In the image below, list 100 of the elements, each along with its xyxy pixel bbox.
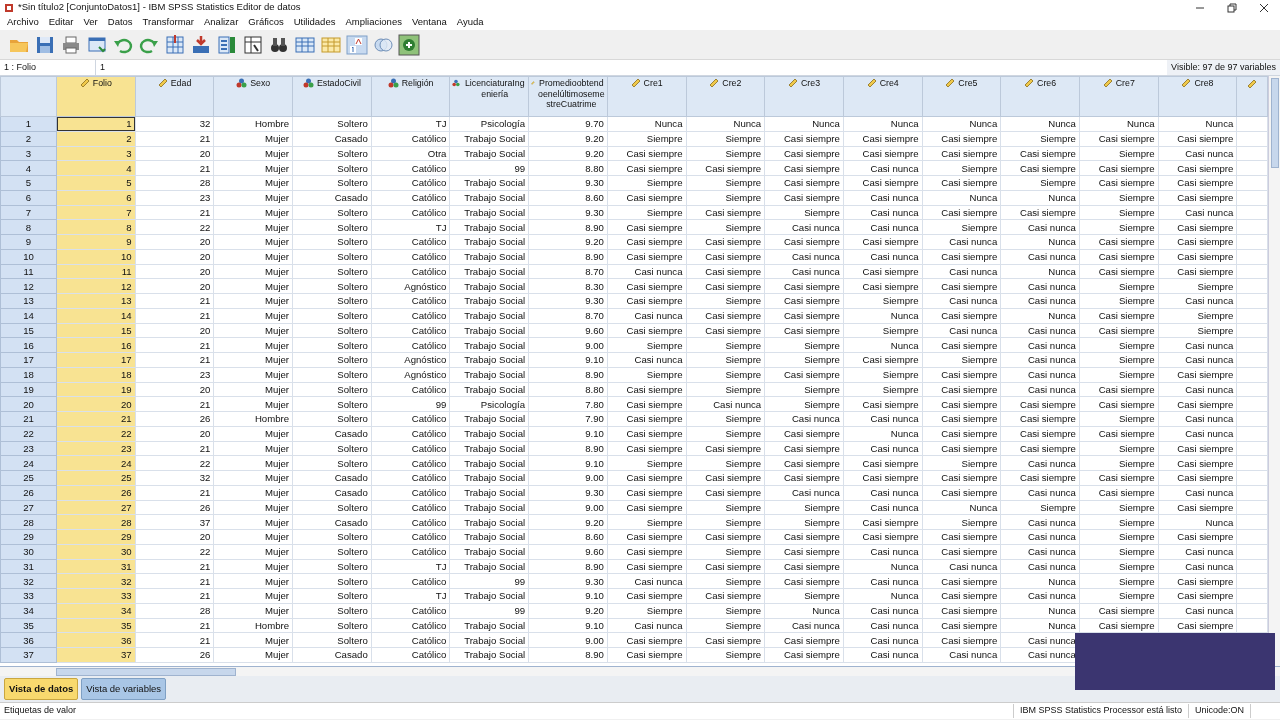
table-cell[interactable]: Casi nunca bbox=[922, 264, 1001, 279]
table-cell[interactable]: Siempre bbox=[686, 544, 765, 559]
table-cell[interactable]: Católico bbox=[371, 529, 450, 545]
table-cell[interactable]: Casi nunca bbox=[1000, 514, 1080, 530]
table-cell[interactable]: Casi siempre bbox=[607, 219, 686, 235]
table-cell[interactable]: Casi nunca bbox=[1000, 559, 1080, 574]
table-cell[interactable]: Casi siempre bbox=[607, 190, 686, 205]
table-cell[interactable]: Casi nunca bbox=[1158, 485, 1237, 500]
table-cell[interactable]: Casi siempre bbox=[607, 632, 686, 648]
table-cell[interactable]: Siempre bbox=[1079, 146, 1159, 161]
table-cell[interactable]: Nunca bbox=[922, 500, 1001, 515]
column-header[interactable]: Cre3 bbox=[764, 76, 844, 117]
table-cell[interactable]: 9.30 bbox=[528, 175, 608, 191]
table-cell[interactable]: Mujer bbox=[213, 293, 293, 309]
table-cell[interactable]: Trabajo Social bbox=[449, 323, 529, 338]
table-cell[interactable]: 99 bbox=[449, 603, 529, 618]
table-cell[interactable]: Siempre bbox=[686, 190, 765, 205]
table-cell[interactable]: Casi nunca bbox=[1158, 146, 1237, 161]
table-cell[interactable]: Trabajo Social bbox=[449, 337, 529, 353]
table-cell[interactable]: Nunca bbox=[764, 603, 844, 618]
table-cell[interactable]: Casi siempre bbox=[922, 588, 1001, 604]
table-cell[interactable]: 9.20 bbox=[528, 603, 608, 618]
table-cell[interactable]: Nunca bbox=[1158, 514, 1237, 530]
table-cell[interactable]: Trabajo Social bbox=[449, 175, 529, 191]
table-cell[interactable]: Casi siempre bbox=[922, 396, 1001, 412]
table-cell[interactable]: Trabajo Social bbox=[449, 485, 529, 500]
table-cell[interactable]: Casi siempre bbox=[922, 175, 1001, 191]
table-cell[interactable]: 8.60 bbox=[528, 190, 608, 205]
table-cell[interactable]: Casi siempre bbox=[607, 146, 686, 161]
table-cell[interactable]: Siempre bbox=[922, 514, 1001, 530]
menu-item[interactable]: Ventana bbox=[406, 15, 452, 30]
table-cell[interactable]: 9.00 bbox=[528, 500, 608, 515]
table-cell[interactable]: Casi siempre bbox=[607, 411, 686, 427]
table-cell[interactable]: Soltero bbox=[292, 352, 372, 368]
table-cell[interactable]: Casi siempre bbox=[764, 455, 844, 471]
table-cell[interactable]: Siempre bbox=[686, 647, 765, 663]
table-cell[interactable]: Casi siempre bbox=[922, 426, 1001, 441]
table-cell[interactable]: Casi nunca bbox=[607, 264, 686, 279]
table-cell[interactable]: Soltero bbox=[292, 205, 372, 220]
table-cell[interactable]: Siempre bbox=[1079, 573, 1159, 589]
table-cell[interactable]: Casi siempre bbox=[764, 160, 844, 176]
table-cell[interactable]: Siempre bbox=[1079, 337, 1159, 353]
table-cell[interactable]: Casi nunca bbox=[1000, 323, 1080, 338]
table-cell[interactable]: Siempre bbox=[607, 367, 686, 382]
table-cell[interactable]: Trabajo Social bbox=[449, 131, 529, 146]
table-cell[interactable]: Casi siempre bbox=[1158, 588, 1237, 604]
table-cell[interactable]: 8.70 bbox=[528, 264, 608, 279]
table-cell[interactable]: Casi siempre bbox=[1000, 396, 1080, 412]
table-cell[interactable]: Mujer bbox=[213, 588, 293, 604]
table-cell[interactable]: Siempre bbox=[607, 455, 686, 471]
table-cell[interactable]: 22 bbox=[135, 219, 214, 235]
table-cell[interactable]: Casi siempre bbox=[764, 131, 844, 146]
table-cell[interactable]: Nunca bbox=[1000, 573, 1080, 589]
table-cell[interactable]: Mujer bbox=[213, 337, 293, 353]
table-cell[interactable]: Casi siempre bbox=[922, 382, 1001, 397]
table-cell[interactable]: Católico bbox=[371, 323, 450, 338]
table-cell[interactable]: 20 bbox=[135, 278, 214, 294]
table-cell[interactable]: Siempre bbox=[686, 411, 765, 427]
table-cell[interactable]: Casi siempre bbox=[1079, 249, 1159, 264]
table-cell[interactable]: Casi siempre bbox=[1000, 411, 1080, 427]
table-cell[interactable]: Casi siempre bbox=[1158, 131, 1237, 146]
column-header[interactable]: PromedioobtendoenelúltimosemestreCuatrime bbox=[528, 76, 608, 117]
table-cell[interactable]: Católico bbox=[371, 647, 450, 663]
table-cell[interactable]: Nunca bbox=[1000, 603, 1080, 618]
table-cell[interactable]: Psicología bbox=[449, 116, 529, 132]
table-cell[interactable]: Casi nunca bbox=[1000, 293, 1080, 309]
table-cell[interactable]: Mujer bbox=[213, 382, 293, 397]
table-cell[interactable]: TJ bbox=[371, 559, 450, 574]
table-cell[interactable]: Casi siempre bbox=[686, 559, 765, 574]
table-cell[interactable]: 21 bbox=[135, 632, 214, 648]
table-cell[interactable]: Mujer bbox=[213, 278, 293, 294]
table-cell[interactable]: Casi siempre bbox=[686, 278, 765, 294]
table-cell[interactable]: Casi siempre bbox=[922, 573, 1001, 589]
table-cell[interactable]: Casi nunca bbox=[843, 205, 923, 220]
table-cell[interactable]: Siempre bbox=[764, 352, 844, 368]
table-cell[interactable]: 8.70 bbox=[528, 308, 608, 323]
table-cell[interactable]: Hombre bbox=[213, 618, 293, 633]
table-cell[interactable]: Trabajo Social bbox=[449, 367, 529, 382]
table-cell[interactable]: Mujer bbox=[213, 249, 293, 264]
table-cell[interactable]: Católico bbox=[371, 264, 450, 279]
table-cell[interactable]: 23 bbox=[135, 190, 214, 205]
table-cell[interactable]: Siempre bbox=[686, 500, 765, 515]
table-cell[interactable]: Católico bbox=[371, 470, 450, 486]
table-cell[interactable]: Católico bbox=[371, 603, 450, 618]
table-cell[interactable]: Casi siempre bbox=[607, 234, 686, 250]
table-cell[interactable]: Casi siempre bbox=[1158, 396, 1237, 412]
table-cell[interactable]: 9.20 bbox=[528, 146, 608, 161]
table-cell[interactable]: Hombre bbox=[213, 116, 293, 132]
table-cell[interactable]: Siempre bbox=[686, 337, 765, 353]
table-cell[interactable]: Casi siempre bbox=[764, 308, 844, 323]
table-cell[interactable]: 9.00 bbox=[528, 337, 608, 353]
table-cell[interactable]: Casi siempre bbox=[843, 529, 923, 545]
table-cell[interactable]: Casi siempre bbox=[1158, 470, 1237, 486]
table-cell[interactable]: Casi siempre bbox=[686, 249, 765, 264]
table-cell[interactable]: Casi nunca bbox=[607, 573, 686, 589]
table-cell[interactable]: Siempre bbox=[764, 382, 844, 397]
table-cell[interactable]: Casi nunca bbox=[922, 323, 1001, 338]
menu-item[interactable]: Analizar bbox=[199, 15, 244, 30]
table-cell[interactable]: Casi siempre bbox=[686, 632, 765, 648]
table-cell[interactable]: Casi siempre bbox=[922, 146, 1001, 161]
